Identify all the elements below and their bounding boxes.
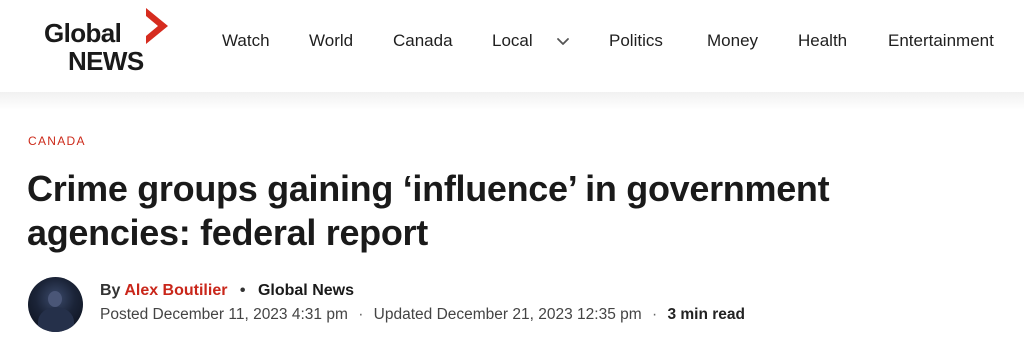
byline-source: Global News bbox=[257, 282, 354, 299]
article-meta: Posted December 11, 2023 4:31 pm · Updat… bbox=[100, 306, 745, 324]
byline-prefix: By bbox=[100, 282, 121, 299]
nav-item-watch[interactable]: Watch bbox=[222, 30, 270, 52]
nav-item-politics[interactable]: Politics bbox=[609, 30, 663, 52]
read-time: 3 min read bbox=[667, 306, 745, 323]
logo-wordmark-global: Global bbox=[44, 18, 122, 48]
author-avatar[interactable] bbox=[28, 277, 83, 332]
site-header: Global NEWS Watch World Canada Local Pol… bbox=[0, 0, 1024, 92]
chevron-down-icon[interactable] bbox=[556, 35, 570, 47]
section-label[interactable]: CANADA bbox=[28, 134, 86, 148]
nav-item-canada[interactable]: Canada bbox=[393, 30, 453, 52]
updated-date: Updated December 21, 2023 12:35 pm bbox=[373, 306, 642, 323]
meta-separator: · bbox=[651, 306, 658, 323]
nav-item-health[interactable]: Health bbox=[798, 30, 847, 52]
avatar-head-shape bbox=[48, 291, 62, 307]
author-link[interactable]: Alex Boutilier bbox=[124, 282, 227, 299]
meta-separator: · bbox=[358, 306, 364, 323]
logo-mark-icon bbox=[146, 8, 168, 44]
logo-wordmark-news: NEWS bbox=[68, 46, 144, 76]
header-shadow bbox=[0, 92, 1024, 110]
global-news-logo[interactable]: Global NEWS bbox=[44, 6, 174, 76]
byline-separator: • bbox=[239, 282, 246, 299]
nav-item-world[interactable]: World bbox=[309, 30, 353, 52]
byline: By Alex Boutilier • Global News bbox=[100, 282, 354, 300]
article-headline: Crime groups gaining ‘influence’ in gove… bbox=[27, 168, 830, 253]
nav-item-entertainment[interactable]: Entertainment bbox=[888, 30, 994, 52]
nav-item-local[interactable]: Local bbox=[492, 30, 533, 52]
nav-item-money[interactable]: Money bbox=[707, 30, 758, 52]
posted-date: Posted December 11, 2023 4:31 pm bbox=[100, 306, 348, 323]
avatar-shoulders-shape bbox=[38, 307, 74, 332]
